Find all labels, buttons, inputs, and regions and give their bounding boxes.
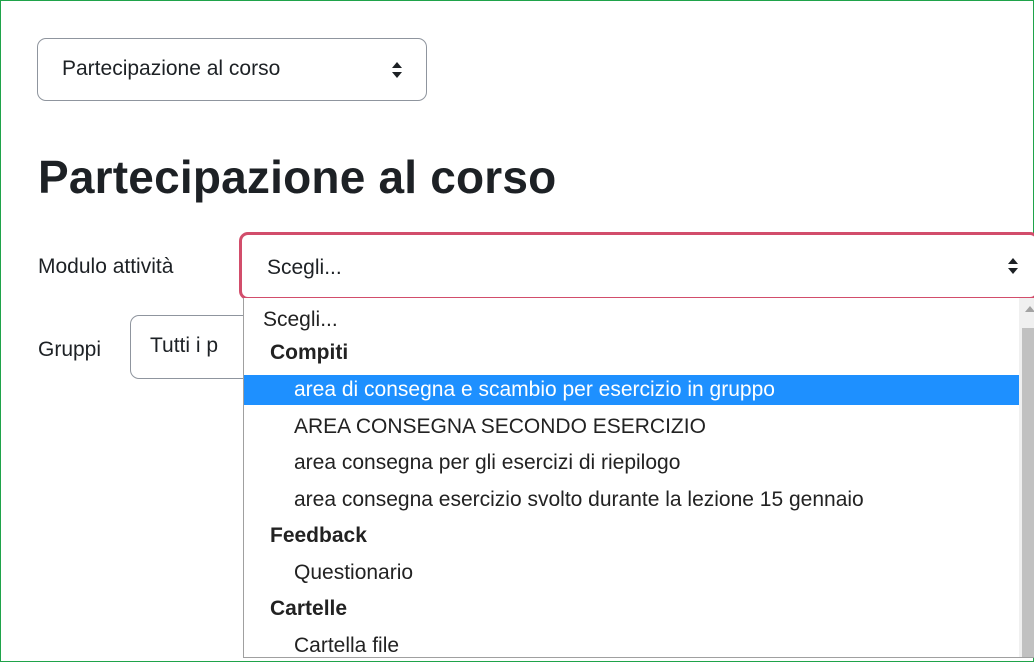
module-select-value: Scegli... [267, 256, 342, 279]
report-type-select[interactable]: Partecipazione al corso [37, 38, 427, 101]
dropdown-group-feedback: Feedback [270, 524, 367, 547]
dropdown-option-assignment-4[interactable]: area consegna esercizio svolto durante l… [244, 485, 1034, 515]
page-title: Partecipazione al corso [38, 151, 557, 203]
dropdown-option-assignment-1[interactable]: area di consegna e scambio per esercizio… [244, 375, 1034, 405]
dropdown-option-placeholder[interactable]: Scegli... [244, 305, 1029, 335]
groups-label: Gruppi [38, 338, 102, 361]
module-dropdown-list[interactable]: Scegli... Compiti area di consegna e sca… [243, 298, 1034, 658]
dropdown-group-compiti: Compiti [270, 341, 349, 364]
module-select[interactable]: Scegli... [239, 232, 1034, 300]
report-type-value: Partecipazione al corso [62, 57, 281, 80]
scrollbar-thumb[interactable] [1022, 328, 1034, 657]
scroll-up-arrow-icon[interactable] [1025, 306, 1034, 312]
dropdown-option-questionario[interactable]: Questionario [244, 558, 1034, 588]
module-label: Modulo attività [38, 255, 174, 278]
dropdown-group-cartelle: Cartelle [270, 597, 348, 620]
groups-select-value: Tutti i p [150, 334, 219, 357]
dropdown-option-cartella-file[interactable]: Cartella file [244, 631, 1034, 657]
dropdown-option-assignment-2[interactable]: AREA CONSEGNA SECONDO ESERCIZIO [244, 412, 1034, 442]
select-arrows-icon [1008, 258, 1018, 274]
dropdown-option-assignment-3[interactable]: area consegna per gli esercizi di riepil… [244, 448, 1034, 478]
select-arrows-icon [392, 62, 402, 78]
dropdown-scrollbar[interactable] [1019, 298, 1034, 657]
